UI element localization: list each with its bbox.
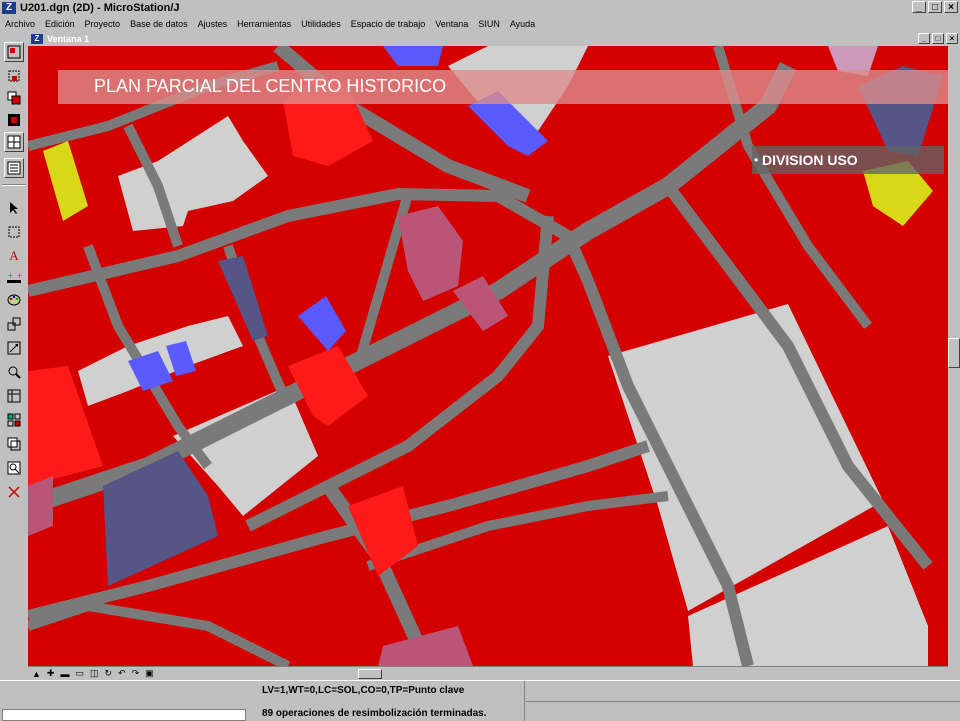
cell-tool-icon[interactable]: [4, 410, 24, 430]
measure-tool-icon[interactable]: [4, 458, 24, 478]
primary-tools-icon[interactable]: [4, 42, 24, 62]
select-arrow-icon[interactable]: [4, 198, 24, 218]
zoom-in-icon[interactable]: ✚: [47, 668, 55, 679]
copy-tools-icon[interactable]: [4, 88, 24, 108]
undo-view-icon[interactable]: ↶: [118, 668, 126, 679]
menu-archivo[interactable]: Archivo: [0, 19, 40, 29]
zoom-out-icon[interactable]: ▬: [60, 669, 69, 679]
legend-box: • DIVISION USO: [752, 146, 944, 174]
view-maximize-button[interactable]: □: [932, 33, 944, 44]
maximize-button[interactable]: □: [928, 1, 942, 13]
menu-utilidades[interactable]: Utilidades: [296, 19, 346, 29]
status-bar: LV=1,WT=0,LC=SOL,CO=0,TP=Punto clave 89 …: [0, 680, 960, 721]
status-divider: [524, 681, 525, 721]
menu-edicion[interactable]: Edición: [40, 19, 80, 29]
minimize-button[interactable]: _: [912, 1, 926, 13]
vertical-scrollbar[interactable]: [948, 46, 960, 666]
map-title: PLAN PARCIAL DEL CENTRO HISTORICO: [94, 76, 447, 96]
palette-icon[interactable]: [4, 290, 24, 310]
legend-label: DIVISION USO: [762, 152, 858, 168]
menu-espacio-de-trabajo[interactable]: Espacio de trabajo: [346, 19, 431, 29]
menu-ventana[interactable]: Ventana: [430, 19, 473, 29]
toolbox-divider: [2, 184, 26, 186]
view-window: Z Ventana 1 _ □ × PLAN PARCIAL DEL CENTR…: [28, 32, 960, 666]
menu-base-de-datos[interactable]: Base de datos: [125, 19, 193, 29]
horizontal-scroll-thumb[interactable]: [358, 669, 382, 679]
svg-text:+ +: + +: [7, 271, 22, 280]
view-control-bar: ▲ ✚ ▬ ▭ ◫ ↻ ↶ ↷ ▣: [28, 666, 948, 680]
view-window-icon: Z: [31, 34, 43, 44]
urban-land-use-map: [28, 46, 948, 666]
scale-tool-icon[interactable]: [4, 338, 24, 358]
message-status: 89 operaciones de resimbolización termin…: [262, 708, 487, 719]
pan-icon[interactable]: ▲: [32, 669, 41, 679]
key-in-field[interactable]: [2, 709, 246, 721]
level-tools-icon[interactable]: [4, 132, 24, 152]
view-close-button[interactable]: ×: [946, 33, 958, 44]
points-tool-icon[interactable]: + +: [4, 268, 24, 288]
view-title-bar: Z Ventana 1 _ □ ×: [28, 32, 960, 46]
map-title-banner: PLAN PARCIAL DEL CENTRO HISTORICO: [58, 70, 948, 104]
menu-siun[interactable]: SIUN: [473, 19, 505, 29]
legend-bullet: •: [754, 153, 759, 167]
grid-tool-icon[interactable]: [4, 386, 24, 406]
menu-proyecto[interactable]: Proyecto: [80, 19, 126, 29]
delete-icon[interactable]: [4, 482, 24, 502]
group-tools-icon[interactable]: [4, 110, 24, 130]
rotate-icon[interactable]: ↻: [105, 668, 113, 679]
fence-tools-icon[interactable]: [4, 66, 24, 86]
window-area-icon[interactable]: ▭: [75, 668, 84, 679]
mixed-use-west: [28, 476, 53, 536]
fit-view-icon[interactable]: ◫: [90, 668, 99, 679]
menu-bar: Archivo Edición Proyecto Base de datos A…: [0, 16, 960, 32]
view-attributes-icon[interactable]: ▣: [145, 668, 154, 679]
window-title: U201.dgn (2D) - MicroStation/J: [20, 2, 180, 14]
map-canvas[interactable]: PLAN PARCIAL DEL CENTRO HISTORICO • DIVI…: [28, 46, 948, 666]
menu-ajustes[interactable]: Ajustes: [193, 19, 233, 29]
title-bar: Z U201.dgn (2D) - MicroStation/J _ □ ×: [0, 0, 960, 16]
view-title: Ventana 1: [47, 34, 90, 44]
selection-box-icon[interactable]: [4, 222, 24, 242]
view-window-controls: _ □ ×: [918, 33, 958, 44]
menu-herramientas[interactable]: Herramientas: [232, 19, 296, 29]
vertical-scroll-thumb[interactable]: [948, 338, 960, 368]
text-tool-icon[interactable]: A: [4, 246, 24, 266]
list-tools-icon[interactable]: [4, 158, 24, 178]
view-tool-icon[interactable]: [4, 434, 24, 454]
active-settings-status: LV=1,WT=0,LC=SOL,CO=0,TP=Punto clave: [262, 685, 465, 696]
main-toolbox: A + +: [0, 32, 29, 666]
horizontal-scrollbar[interactable]: [358, 669, 944, 679]
menu-ayuda[interactable]: Ayuda: [505, 19, 540, 29]
redo-view-icon[interactable]: ↷: [132, 668, 140, 679]
status-divider-horizontal: [526, 701, 960, 702]
close-button[interactable]: ×: [944, 1, 958, 13]
move-tool-icon[interactable]: [4, 314, 24, 334]
zoom-icon[interactable]: [4, 362, 24, 382]
microstation-logo-icon: Z: [2, 2, 16, 14]
window-controls: _ □ ×: [912, 1, 958, 13]
view-minimize-button[interactable]: _: [918, 33, 930, 44]
